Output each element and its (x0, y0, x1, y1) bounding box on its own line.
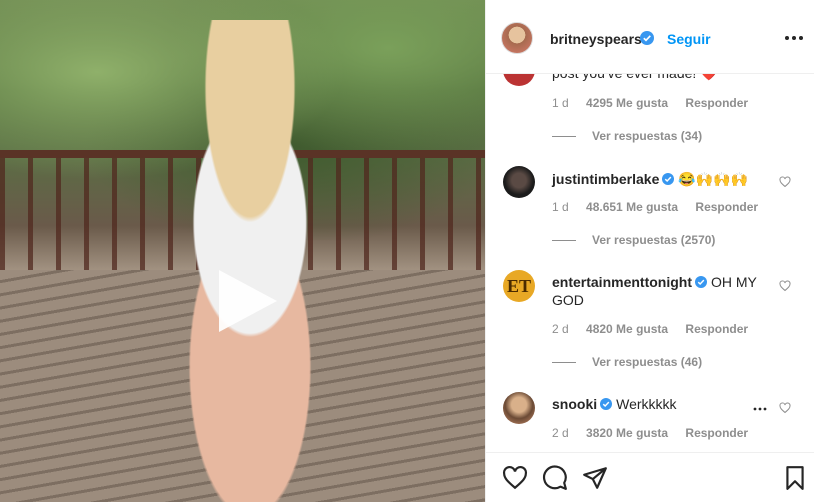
comment-item: post you've ever made! ❤️ 1 d 4295 Me gu… (486, 74, 814, 144)
comment-meta: 1 d 4295 Me gusta Responder (552, 96, 762, 110)
comment-likes[interactable]: 48.651 Me gusta (586, 200, 678, 214)
comment-text: Werkkkkk (616, 396, 677, 412)
view-replies-label: Ver respuestas (46) (592, 355, 703, 369)
post-video[interactable] (0, 0, 485, 502)
comment-icon[interactable] (542, 465, 568, 491)
reply-button[interactable]: Responder (695, 200, 758, 214)
verified-badge-icon (600, 398, 613, 410)
author-username[interactable]: britneyspears (550, 31, 642, 47)
comment-meta: 2 d 4820 Me gusta Responder (552, 322, 762, 336)
commenter-username[interactable]: entertainmenttonight (552, 274, 692, 290)
comments-list[interactable]: post you've ever made! ❤️ 1 d 4295 Me gu… (486, 74, 814, 452)
share-icon[interactable] (582, 465, 608, 491)
replies-divider (552, 136, 576, 138)
comment-item: justintimberlake 😂🙌🙌🙌 1 d 48.651 Me gusta… (486, 166, 814, 266)
comment-time: 2 d (552, 322, 569, 336)
verified-badge-icon (662, 173, 675, 185)
comment-meta: 2 d 3820 Me gusta Responder (552, 426, 762, 440)
view-replies-label: Ver respuestas (34) (592, 129, 703, 143)
replies-divider (552, 362, 576, 364)
view-replies-button[interactable]: Ver respuestas (34) (552, 129, 702, 143)
commenter-avatar[interactable] (503, 74, 535, 86)
commenter-username[interactable]: snooki (552, 396, 597, 412)
commenter-avatar[interactable] (503, 392, 535, 424)
follow-button[interactable]: Seguir (667, 31, 711, 47)
post-header: britneyspears Seguir (486, 0, 814, 74)
commenter-username[interactable]: justintimberlake (552, 171, 659, 187)
verified-badge-icon (695, 276, 707, 288)
post-actions-bar (486, 452, 814, 502)
replies-divider (552, 240, 576, 242)
person-in-video (110, 20, 390, 502)
reply-button[interactable]: Responder (685, 96, 748, 110)
comment-likes[interactable]: 4820 Me gusta (586, 322, 668, 336)
view-replies-label: Ver respuestas (2570) (592, 233, 716, 247)
comment-body: justintimberlake 😂🙌🙌🙌 (552, 170, 762, 188)
comment-likes[interactable]: 3820 Me gusta (586, 426, 668, 440)
comment-text: post you've ever made! ❤️ (552, 74, 762, 82)
comment-meta: 1 d 48.651 Me gusta Responder (552, 200, 772, 214)
comment-time: 2 d (552, 426, 569, 440)
comment-item: ET entertainmenttonight OH MY GOD 2 d 482… (486, 270, 814, 380)
comment-like-icon[interactable] (779, 176, 791, 188)
comment-time: 1 d (552, 200, 569, 214)
comment-like-icon[interactable] (779, 280, 791, 292)
comment-like-icon[interactable] (779, 402, 791, 414)
comment-body: snooki Werkkkkk (552, 395, 762, 413)
heart-icon[interactable] (502, 465, 528, 491)
more-options-icon[interactable] (782, 30, 806, 46)
comment-likes[interactable]: 4295 Me gusta (586, 96, 668, 110)
commenter-avatar[interactable] (503, 166, 535, 198)
comment-options-icon[interactable] (752, 403, 768, 415)
comment-body: entertainmenttonight OH MY GOD (552, 273, 762, 309)
comment-item: snooki Werkkkkk 2 d 3820 Me gusta Respond… (486, 392, 814, 452)
view-replies-button[interactable]: Ver respuestas (46) (552, 355, 702, 369)
comment-time: 1 d (552, 96, 569, 110)
reply-button[interactable]: Responder (685, 426, 748, 440)
post-side-panel: britneyspears Seguir post you've ever ma… (485, 0, 814, 502)
bookmark-icon[interactable] (782, 465, 808, 491)
play-icon[interactable] (213, 266, 283, 336)
author-avatar[interactable] (501, 22, 533, 54)
verified-badge-icon (640, 31, 654, 45)
view-replies-button[interactable]: Ver respuestas (2570) (552, 233, 715, 247)
commenter-avatar-et-logo[interactable]: ET (503, 270, 535, 302)
comment-text: 😂🙌🙌🙌 (678, 171, 749, 187)
reply-button[interactable]: Responder (685, 322, 748, 336)
